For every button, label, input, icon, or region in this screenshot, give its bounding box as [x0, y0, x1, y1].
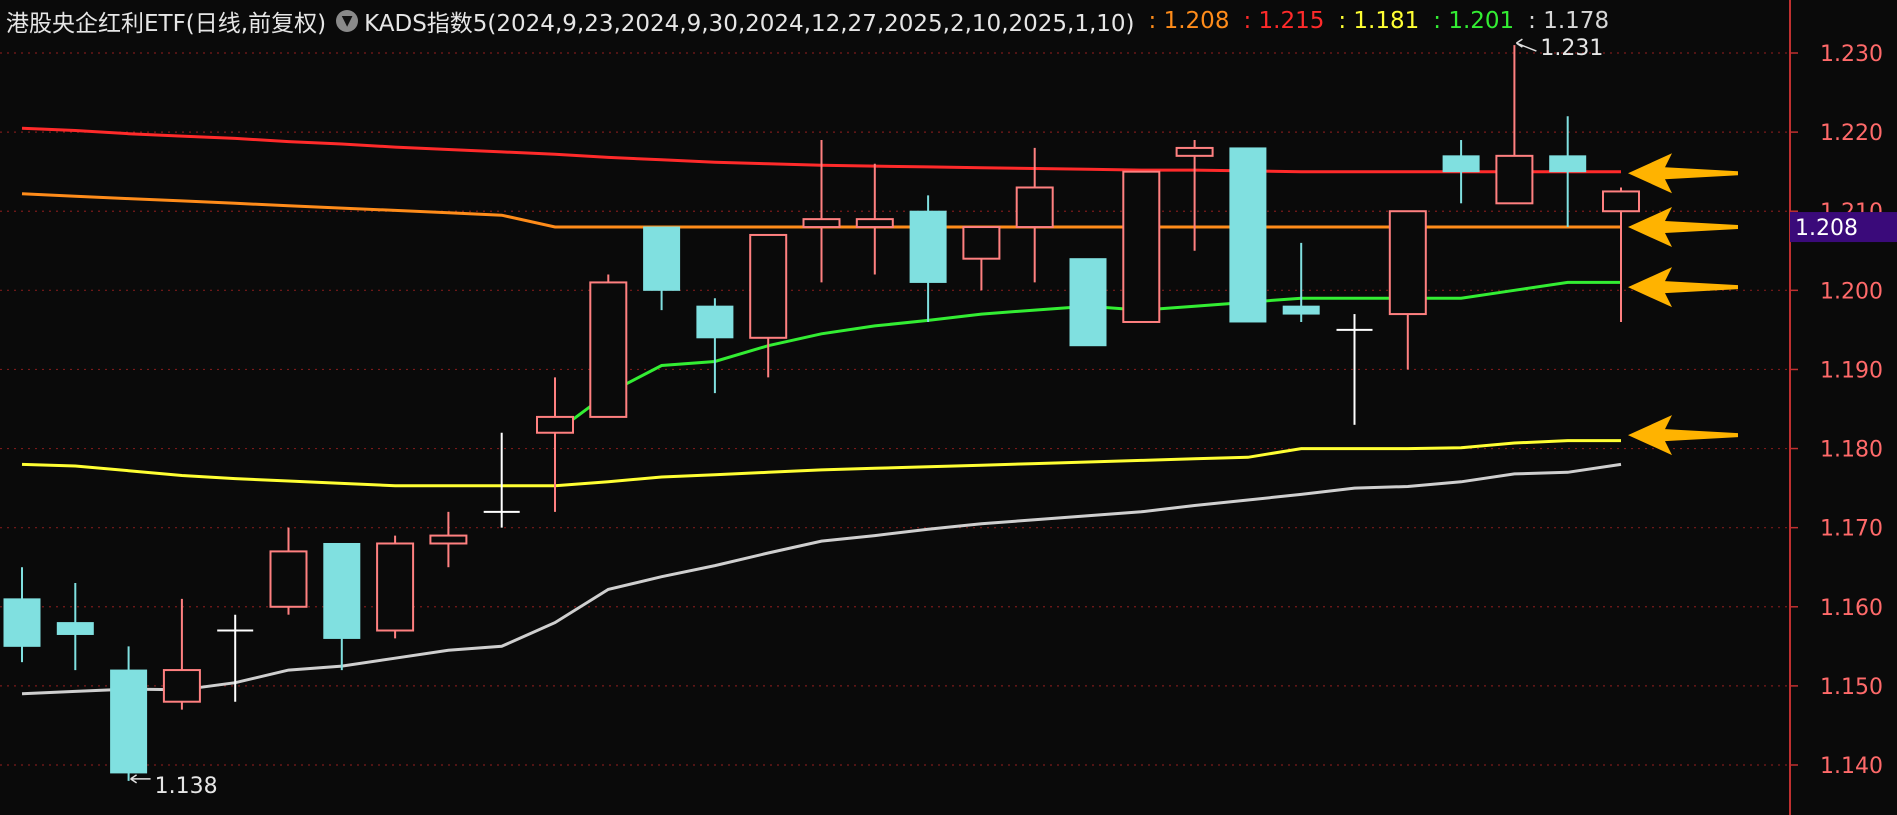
candle-body — [162, 669, 201, 703]
candle-body — [56, 622, 94, 635]
candle-body — [536, 415, 574, 434]
candle-body — [1602, 190, 1640, 213]
y-tick-label: 1.220 — [1820, 121, 1883, 146]
candle-body — [696, 305, 734, 339]
candlestick-chart[interactable]: 1.1401.1501.1601.1701.1801.1901.2001.210… — [0, 0, 1897, 815]
candle-body — [1388, 210, 1427, 316]
y-tick-label: 1.140 — [1820, 754, 1883, 779]
candle-body — [1015, 186, 1054, 229]
candle-body — [589, 281, 628, 418]
candle-body — [323, 542, 361, 639]
candle-body — [1549, 155, 1587, 173]
candle-body — [1495, 154, 1534, 205]
current-price-label: 1.208 — [1795, 216, 1858, 241]
arrow-marker-icon — [1628, 267, 1738, 308]
y-tick-label: 1.200 — [1820, 279, 1883, 304]
candle-body — [1175, 146, 1214, 157]
candle-body — [749, 233, 788, 339]
candle-body — [909, 210, 947, 283]
candle-body — [376, 542, 415, 632]
annotation-label: 1.138 — [155, 774, 218, 799]
candle-body — [1122, 170, 1161, 323]
candle-body — [1069, 258, 1107, 347]
candle-body — [962, 226, 1001, 260]
arrow-marker-icon — [1628, 207, 1738, 248]
annotation-pointer — [1515, 38, 1537, 52]
y-tick-label: 1.160 — [1820, 596, 1883, 621]
annotation-pointer — [130, 774, 151, 784]
y-tick-label: 1.180 — [1820, 438, 1883, 463]
candle-body — [429, 534, 468, 545]
candle-body — [269, 550, 308, 608]
indicator-line-3 — [21, 439, 1621, 488]
candle-body — [1282, 305, 1320, 315]
candle-body — [1442, 155, 1480, 173]
candle-body — [643, 226, 681, 291]
candle-body — [110, 669, 148, 774]
candle-body — [3, 598, 41, 647]
candle-body — [1229, 147, 1267, 323]
y-tick-label: 1.150 — [1820, 675, 1883, 700]
y-tick-label: 1.170 — [1820, 517, 1883, 542]
y-tick-label: 1.190 — [1820, 358, 1883, 383]
arrow-marker-icon — [1628, 153, 1738, 194]
candle-body — [855, 218, 894, 229]
candle-body — [802, 218, 841, 229]
indicator-line-5 — [21, 462, 1622, 696]
arrow-marker-icon — [1628, 415, 1738, 456]
y-tick-label: 1.230 — [1820, 42, 1883, 67]
annotation-label: 1.231 — [1540, 36, 1603, 61]
